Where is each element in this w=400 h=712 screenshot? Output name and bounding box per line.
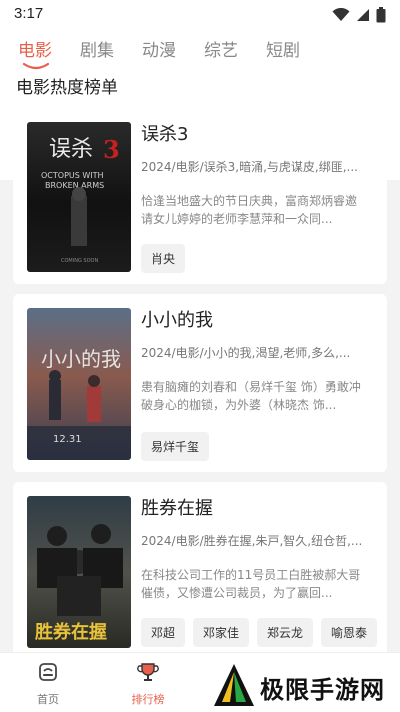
movie-title: 胜券在握 [141,498,213,519]
actor-tag[interactable]: 易烊千玺 [141,432,210,461]
svg-text:胜券在握: 胜券在握 [35,621,107,643]
nav-ranking[interactable]: 排行榜 [118,661,178,707]
actor-tag[interactable]: 邓家佳 [193,618,250,647]
actor-tag[interactable]: 肖央 [141,244,186,273]
movie-card[interactable]: 胜券在握 胜券在握 2024/电影/胜券在握,朱戸,智久,纽仓哲,... 在科技… [13,482,387,662]
movie-poster[interactable]: 小小的我 12.31 [27,308,131,460]
svg-text:3: 3 [103,135,120,164]
movie-description: 恰逢当地盛大的节日庆典，富商郑炳睿邀请女儿婷婷的老师李慧萍和一众同... [141,194,358,226]
svg-text:OCTOPUS WITH: OCTOPUS WITH [41,171,104,180]
tab-series[interactable]: 剧集 [80,36,114,61]
wifi-icon [332,8,350,21]
svg-text:12.31: 12.31 [53,434,82,445]
battery-icon [376,7,386,23]
actor-tag[interactable]: 邓超 [141,618,186,647]
poster-art: 胜券在握 [35,524,123,643]
movie-title: 误杀3 [141,124,189,145]
movie-poster[interactable]: 误杀 3 OCTOPUS WITH BROKEN ARMS COMING SOO… [27,122,131,272]
tab-anime[interactable]: 动漫 [142,36,176,61]
nav-label: 排行榜 [131,693,165,706]
status-time: 3:17 [14,5,44,22]
poster-art: 误杀 3 OCTOPUS WITH BROKEN ARMS COMING SOO… [41,135,120,264]
category-tabs: 电影 剧集 动漫 综艺 短剧 [0,30,400,70]
movie-meta: 2024/电影/误杀3,暗涌,与虎谋皮,绑匪,... [141,160,358,174]
svg-text:COMING SOON: COMING SOON [61,258,98,264]
nav-home[interactable]: 首页 [18,661,78,707]
status-bar: 3:17 [0,0,400,30]
movie-meta: 2024/电影/胜券在握,朱戸,智久,纽仓哲,... [141,534,363,548]
watermark-logo [214,664,254,706]
nav-label: 首页 [37,693,59,706]
movie-description: 患有脑瘫的刘春和（易烊千玺 饰）勇敢冲破身心的枷锁，为外婆（林晓杰 饰... [141,380,361,412]
tab-label: 电影 [18,41,52,61]
section-title: 电影热度榜单 [16,78,118,98]
actor-list: 邓超 邓家佳 郑云龙 喻恩泰 [141,618,378,647]
actor-tag[interactable]: 郑云龙 [257,618,314,647]
home-icon [39,663,57,681]
movie-card[interactable]: 误杀 3 OCTOPUS WITH BROKEN ARMS COMING SOO… [13,108,387,284]
actor-list: 易烊千玺 [141,432,210,461]
signal-icon [357,9,369,21]
watermark-text: 极限手游网 [260,676,385,704]
tab-variety[interactable]: 综艺 [204,36,238,61]
status-icons [332,7,386,23]
watermark: 极限手游网 [210,660,400,712]
trophy-icon [137,663,159,681]
actor-list: 肖央 [141,244,186,273]
svg-text:误杀: 误杀 [49,137,93,162]
movie-poster[interactable]: 胜券在握 [27,496,131,648]
movie-meta: 2024/电影/小小的我,渴望,老师,多么,... [141,346,351,360]
movie-description: 在科技公司工作的11号员工白胜被郝大哥催债，又惨遭公司裁员，为了赢回... [141,568,361,600]
poster-art: 小小的我 12.31 [27,347,131,460]
tab-short-drama[interactable]: 短剧 [266,36,300,61]
actor-tag[interactable]: 喻恩泰 [321,618,378,647]
movie-card[interactable]: 小小的我 12.31 小小的我 2024/电影/小小的我,渴望,老师,多么,..… [13,294,387,472]
tab-movie[interactable]: 电影 [18,36,52,70]
svg-text:小小的我: 小小的我 [41,347,121,371]
movie-title: 小小的我 [141,310,213,331]
